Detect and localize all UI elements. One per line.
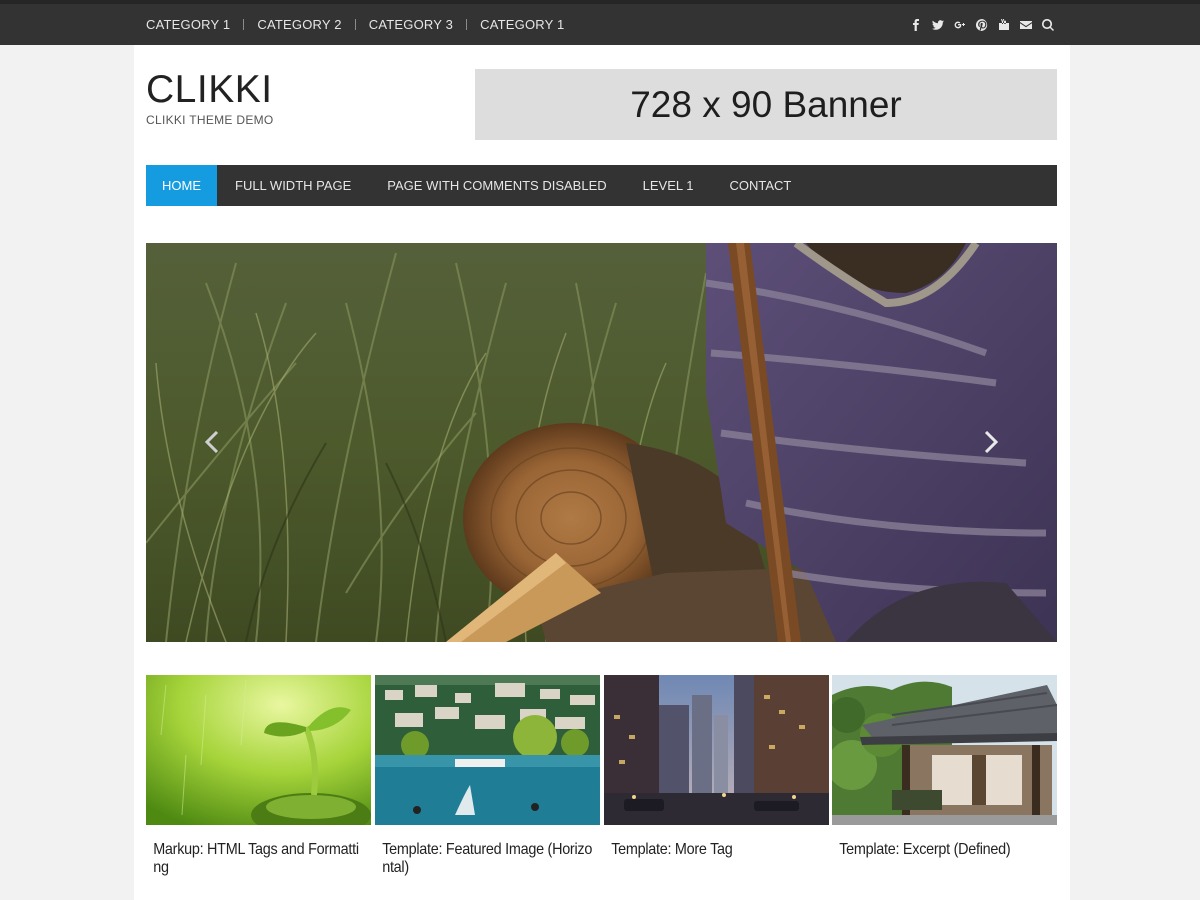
- top-category-nav: CATEGORY 1 CATEGORY 2 CATEGORY 3 CATEGOR…: [146, 4, 565, 45]
- top-nav-category-3[interactable]: CATEGORY 3: [369, 17, 453, 32]
- youtube-icon[interactable]: [998, 18, 1010, 31]
- slider-next-button[interactable]: [979, 427, 1003, 457]
- top-nav-category-1[interactable]: CATEGORY 1: [146, 17, 230, 32]
- top-nav-category-2[interactable]: CATEGORY 2: [257, 17, 341, 32]
- main-nav: HOME FULL WIDTH PAGE PAGE WITH COMMENTS …: [146, 165, 1057, 206]
- banner-ad[interactable]: 728 x 90 Banner: [475, 69, 1057, 140]
- post-card: Template: More Tag: [604, 675, 829, 859]
- waterfront-image: [375, 675, 600, 825]
- search-icon[interactable]: [1042, 18, 1054, 31]
- top-nav-category-4[interactable]: CATEGORY 1: [480, 17, 564, 32]
- twitter-icon[interactable]: [932, 19, 944, 31]
- nav-item-home[interactable]: HOME: [146, 165, 217, 206]
- pinterest-icon[interactable]: [976, 18, 988, 31]
- chevron-right-icon: [984, 431, 998, 453]
- post-thumbnail[interactable]: [375, 675, 600, 825]
- post-thumbnail[interactable]: [832, 675, 1057, 825]
- facebook-icon[interactable]: [910, 18, 922, 31]
- nav-item-contact[interactable]: CONTACT: [711, 165, 809, 206]
- post-thumbnail[interactable]: [604, 675, 829, 825]
- slider-image: [146, 243, 1057, 642]
- nav-item-level-1[interactable]: LEVEL 1: [625, 165, 712, 206]
- chevron-left-icon: [205, 431, 219, 453]
- post-title[interactable]: Template: More Tag: [604, 825, 829, 859]
- sprout-image: [146, 675, 371, 825]
- post-title[interactable]: Template: Excerpt (Defined): [832, 825, 1057, 859]
- site-title[interactable]: CLIKKI: [146, 69, 274, 111]
- google-plus-icon[interactable]: [954, 19, 966, 31]
- post-thumbnail[interactable]: [146, 675, 371, 825]
- top-bar: CATEGORY 1 CATEGORY 2 CATEGORY 3 CATEGOR…: [0, 0, 1200, 45]
- post-card: Markup: HTML Tags and Formatting: [146, 675, 371, 877]
- social-icons: [910, 4, 1054, 45]
- email-icon[interactable]: [1020, 19, 1032, 31]
- post-title[interactable]: Template: Featured Image (Horizontal): [375, 825, 600, 877]
- top-nav-separator: [243, 19, 245, 30]
- featured-slider[interactable]: [146, 243, 1057, 642]
- city-street-image: [604, 675, 829, 825]
- site-branding: CLIKKI CLIKKI THEME DEMO: [146, 69, 274, 128]
- nav-item-full-width-page[interactable]: FULL WIDTH PAGE: [217, 165, 369, 206]
- post-card: Template: Featured Image (Horizontal): [375, 675, 600, 877]
- top-nav-separator: [354, 19, 356, 30]
- slider-prev-button[interactable]: [200, 427, 224, 457]
- post-title[interactable]: Markup: HTML Tags and Formatting: [146, 825, 371, 877]
- post-card: Template: Excerpt (Defined): [832, 675, 1057, 859]
- top-nav-separator: [466, 19, 468, 30]
- site-description: CLIKKI THEME DEMO: [146, 113, 274, 127]
- pavilion-image: [832, 675, 1057, 825]
- post-grid: Markup: HTML Tags and Formatting Templat…: [146, 675, 1057, 900]
- page-container: CLIKKI CLIKKI THEME DEMO 728 x 90 Banner…: [134, 45, 1070, 900]
- nav-item-page-comments-disabled[interactable]: PAGE WITH COMMENTS DISABLED: [369, 165, 624, 206]
